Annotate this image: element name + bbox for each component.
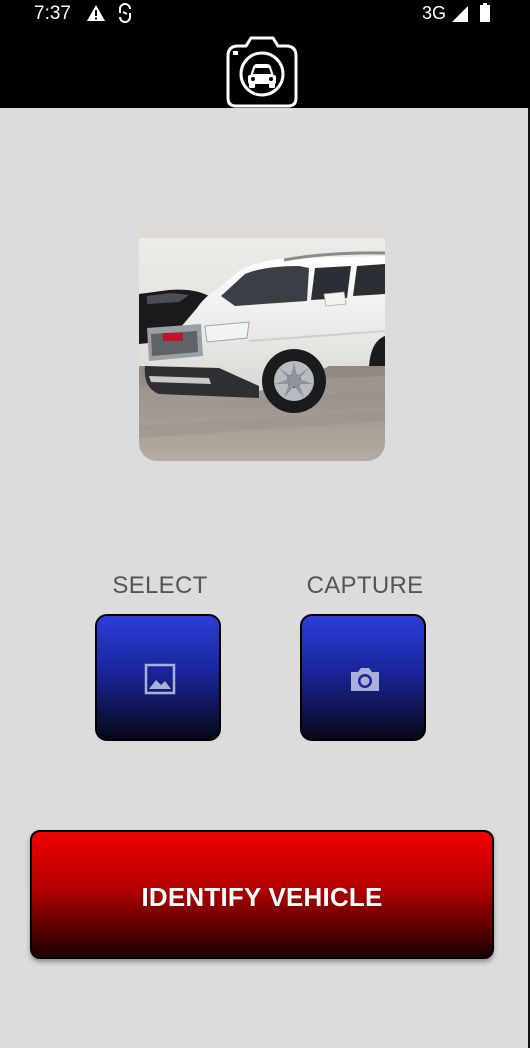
battery-icon (480, 3, 490, 22)
network-type: 3G (422, 3, 447, 23)
sync-icon (119, 3, 131, 23)
status-time: 7:37 (34, 3, 71, 24)
vehicle-photo (139, 216, 385, 461)
signal-icon (452, 6, 468, 22)
select-image-button[interactable] (95, 614, 221, 741)
camera-car-icon (226, 36, 298, 108)
app-bar (0, 28, 530, 108)
identify-vehicle-label: IDENTIFY VEHICLE (141, 882, 383, 912)
capture-label: CAPTURE (306, 572, 424, 599)
warning-icon (87, 5, 105, 21)
camera-icon (351, 668, 379, 691)
capture-photo-button[interactable] (300, 614, 426, 741)
image-icon (144, 663, 176, 695)
status-bar: 7:37 3G (0, 0, 530, 28)
select-label: SELECT (112, 572, 208, 599)
identify-vehicle-button[interactable]: IDENTIFY VEHICLE (30, 830, 494, 959)
